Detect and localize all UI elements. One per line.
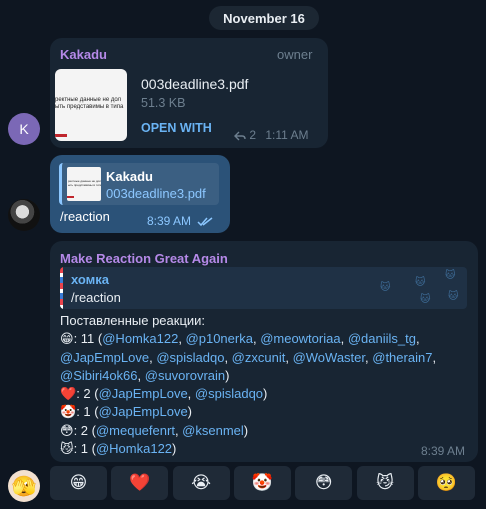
reaction-count: : 1 ( xyxy=(76,404,99,420)
reply-thumbnail: ректные данные не дол ыть представимы в … xyxy=(67,167,101,201)
avatar[interactable] xyxy=(8,199,40,231)
user-mention[interactable]: @Homka122 xyxy=(102,331,178,346)
file-size: 51.3 KB xyxy=(141,96,186,110)
reaction-button-pleading[interactable]: 🥺 xyxy=(417,466,475,500)
avatar[interactable]: 🫣 xyxy=(8,470,40,502)
message-time: 1:11 AM xyxy=(265,128,309,142)
reaction-count: : 11 ( xyxy=(73,331,103,347)
thumbnail-text: ректные данные не дол ыть представимы в … xyxy=(55,97,124,110)
forward-icon xyxy=(234,131,246,141)
quote-author: хомка xyxy=(71,272,110,287)
reply-thumbnail-mark xyxy=(67,196,74,198)
reaction-line: 😼: 1 (@Homka122) xyxy=(60,441,177,457)
user-mention[interactable]: @Sibiri4ok66 xyxy=(60,368,138,383)
reaction-line: 😁: 11 (@Homka122, @p10nerka, @meowtoriaa… xyxy=(60,331,437,383)
user-mention[interactable]: @JapEmpLove xyxy=(99,386,188,401)
cat-pattern-icon: 🐱 xyxy=(380,282,391,293)
reaction-line: ❤️: 2 (@JapEmpLove, @spisladqo) xyxy=(60,386,268,402)
sender-name[interactable]: Make Reaction Great Again xyxy=(60,251,228,266)
user-mention[interactable]: @WoWaster xyxy=(293,350,365,365)
reply-file-name: 003deadline3.pdf xyxy=(106,186,206,201)
reaction-button-clown[interactable]: 🤡 xyxy=(233,466,291,500)
reaction-count: : 2 ( xyxy=(76,386,99,402)
reaction-button-flushed[interactable]: 😳 xyxy=(295,466,353,500)
reaction-button-heart[interactable]: ❤️ xyxy=(111,466,169,500)
message-time: 8:39 AM xyxy=(421,444,466,458)
reaction-emoji: 😁 xyxy=(60,331,74,347)
cat-pattern-icon: 🐱 xyxy=(445,270,456,281)
reaction-line: 😳: 2 (@mequefenrt, @ksenmel) xyxy=(60,422,249,438)
user-mention[interactable]: @therain7 xyxy=(372,350,432,365)
reaction-emoji: 😳 xyxy=(60,422,74,438)
user-mention[interactable]: @suvorovrain xyxy=(145,368,225,383)
cat-pattern-icon: 🐱 xyxy=(448,291,459,302)
sender-name[interactable]: Kakadu xyxy=(60,47,107,62)
message-meta: 2 1:11 AM xyxy=(234,128,309,142)
message-time: 8:39 AM xyxy=(147,214,213,228)
user-mention[interactable]: @p10nerka xyxy=(186,331,253,346)
reaction-count: : 1 ( xyxy=(73,441,96,457)
user-mention[interactable]: @mequefenrt xyxy=(96,423,175,438)
user-mention[interactable]: @Homka122 xyxy=(96,441,172,456)
reaction-button-crying[interactable]: 😭 xyxy=(172,466,230,500)
reaction-heading: Поставленные реакции: xyxy=(60,313,206,328)
user-mention[interactable]: @spisladqo xyxy=(195,386,263,401)
reaction-button-smirk-cat[interactable]: 😼 xyxy=(356,466,414,500)
file-name[interactable]: 003deadline3.pdf xyxy=(141,76,248,92)
quote-text: /reaction xyxy=(71,290,121,305)
user-mention[interactable]: @JapEmpLove xyxy=(99,404,188,419)
message-text: /reaction xyxy=(60,209,110,224)
reaction-line: 🤡: 1 (@JapEmpLove) xyxy=(60,404,193,420)
date-separator: November 16 xyxy=(209,6,319,30)
user-mention[interactable]: @spisladqo xyxy=(156,350,224,365)
avatar[interactable]: K xyxy=(8,113,40,145)
reply-preview[interactable]: ректные данные не дол ыть представимы в … xyxy=(59,163,219,205)
reaction-button-grin[interactable]: 😁 xyxy=(50,466,107,500)
user-mention[interactable]: @ksenmel xyxy=(182,423,244,438)
reaction-list: Поставленные реакции: 😁: 11 (@Homka122, … xyxy=(60,312,470,458)
role-badge: owner xyxy=(277,47,313,62)
reply-thumbnail-text: ректные данные не дол ыть представимы в … xyxy=(68,179,101,187)
user-mention[interactable]: @daniils_tg xyxy=(348,331,416,346)
double-check-icon xyxy=(197,217,213,226)
pdf-thumbnail[interactable]: ректные данные не дол ыть представимы в … xyxy=(55,69,127,141)
reaction-emoji: 🤡 xyxy=(60,404,77,420)
cat-pattern-icon: 🐱 xyxy=(420,294,431,305)
open-with-button[interactable]: OPEN WITH xyxy=(141,121,212,135)
reaction-emoji: ❤️ xyxy=(60,386,77,402)
user-mention[interactable]: @zxcunit xyxy=(232,350,286,365)
quote-bar xyxy=(60,267,63,309)
reply-quote[interactable]: хомка /reaction 🐱 🐱 🐱 🐱 🐱 xyxy=(60,267,467,309)
reaction-count: : 2 ( xyxy=(73,422,96,438)
user-mention[interactable]: @meowtoriaa xyxy=(260,331,340,346)
reaction-emoji: 😼 xyxy=(60,441,74,457)
user-mention[interactable]: @JapEmpLove xyxy=(60,350,149,365)
thumbnail-mark xyxy=(55,134,67,137)
reply-author: Kakadu xyxy=(106,169,153,184)
cat-pattern-icon: 🐱 xyxy=(415,277,426,288)
forward-count: 2 xyxy=(249,128,257,142)
